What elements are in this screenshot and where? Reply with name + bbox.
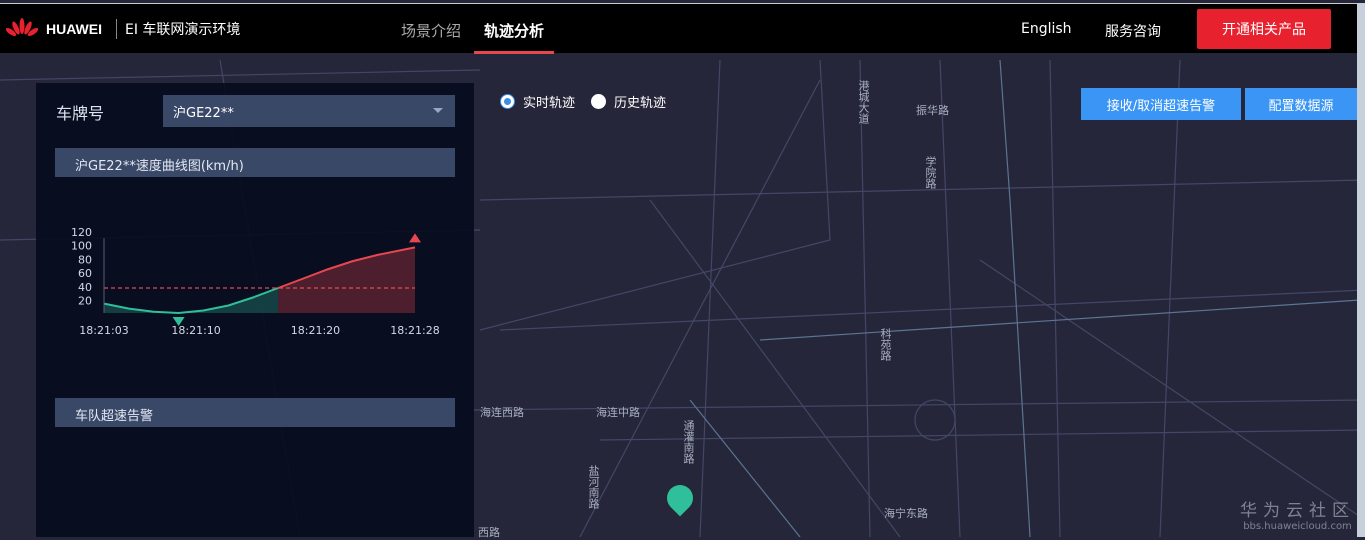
radio-realtime[interactable]: 实时轨迹 — [500, 92, 575, 111]
nav-scene-intro[interactable]: 场景介绍 — [401, 20, 461, 41]
nav-track-analysis[interactable]: 轨迹分析 — [473, 20, 555, 54]
open-products-button[interactable]: 开通相关产品 — [1197, 9, 1331, 49]
top-bar: HUAWEI EI 车联网演示环境 场景介绍 轨迹分析 English 服务咨询… — [0, 3, 1357, 54]
map-label: 海连西路 — [480, 406, 524, 419]
map-label: 海连中路 — [596, 406, 640, 419]
map-label: 通灌南路 — [682, 420, 695, 464]
radio-checked-icon — [500, 94, 515, 109]
map-label: 科苑路 — [879, 328, 892, 361]
brand-name: HUAWEI — [46, 21, 102, 37]
radio-label: 历史轨迹 — [614, 96, 667, 111]
scrollbar[interactable] — [1357, 3, 1365, 537]
y-tick-label: 40 — [78, 281, 92, 294]
x-tick-label: 18:21:28 — [390, 324, 439, 337]
map-label: 西路 — [478, 526, 500, 539]
plate-select[interactable]: 沪GE22** — [163, 95, 455, 127]
map-label: 港城大道 — [857, 80, 870, 124]
y-tick-label: 80 — [78, 253, 92, 266]
config-source-button[interactable]: 配置数据源 — [1245, 88, 1357, 120]
language-link[interactable]: English — [1021, 21, 1072, 37]
plate-label: 车牌号 — [56, 104, 105, 123]
map-label: 振华路 — [916, 104, 949, 117]
x-tick-label: 18:21:20 — [291, 324, 340, 337]
y-tick-label: 120 — [71, 226, 92, 239]
radio-unchecked-icon — [591, 94, 606, 109]
consult-link[interactable]: 服务咨询 — [1105, 21, 1161, 41]
y-tick-label: 60 — [78, 267, 92, 280]
plate-value: 沪GE22** — [173, 106, 234, 121]
vehicle-panel: 车牌号 沪GE22** 沪GE22**速度曲线图(km/h) 20 40 60 80 1… — [36, 83, 474, 537]
huawei-logo[interactable]: HUAWEI EI 车联网演示环境 — [4, 18, 240, 40]
alarm-section-title: 车队超速告警 — [55, 398, 455, 427]
speed-chart: 20406080100120 18:21:03 18:21:10 18:21:20 18… — [71, 226, 440, 337]
map-label: 盐河南路 — [587, 465, 600, 509]
watermark: 华为云社区 bbs.huaweicloud.com — [1240, 501, 1355, 532]
toggle-alarm-button[interactable]: 接收/取消超速告警 — [1081, 88, 1241, 120]
x-tick-label: 18:21:10 — [171, 324, 220, 337]
y-tick-label: 100 — [71, 240, 92, 253]
x-tick-label: 18:21:03 — [79, 324, 128, 337]
divider — [116, 19, 117, 39]
radio-label: 实时轨迹 — [523, 96, 576, 111]
huawei-flower-icon — [5, 18, 39, 37]
max-speed-marker — [409, 233, 421, 243]
radio-history[interactable]: 历史轨迹 — [591, 92, 666, 111]
env-title: EI 车联网演示环境 — [125, 22, 241, 38]
chart-title: 沪GE22**速度曲线图(km/h) — [55, 148, 455, 177]
map-label: 学院路 — [924, 156, 937, 189]
map-label: 海宁东路 — [884, 507, 928, 520]
y-tick-label: 20 — [78, 295, 92, 308]
chevron-down-icon — [433, 108, 443, 113]
